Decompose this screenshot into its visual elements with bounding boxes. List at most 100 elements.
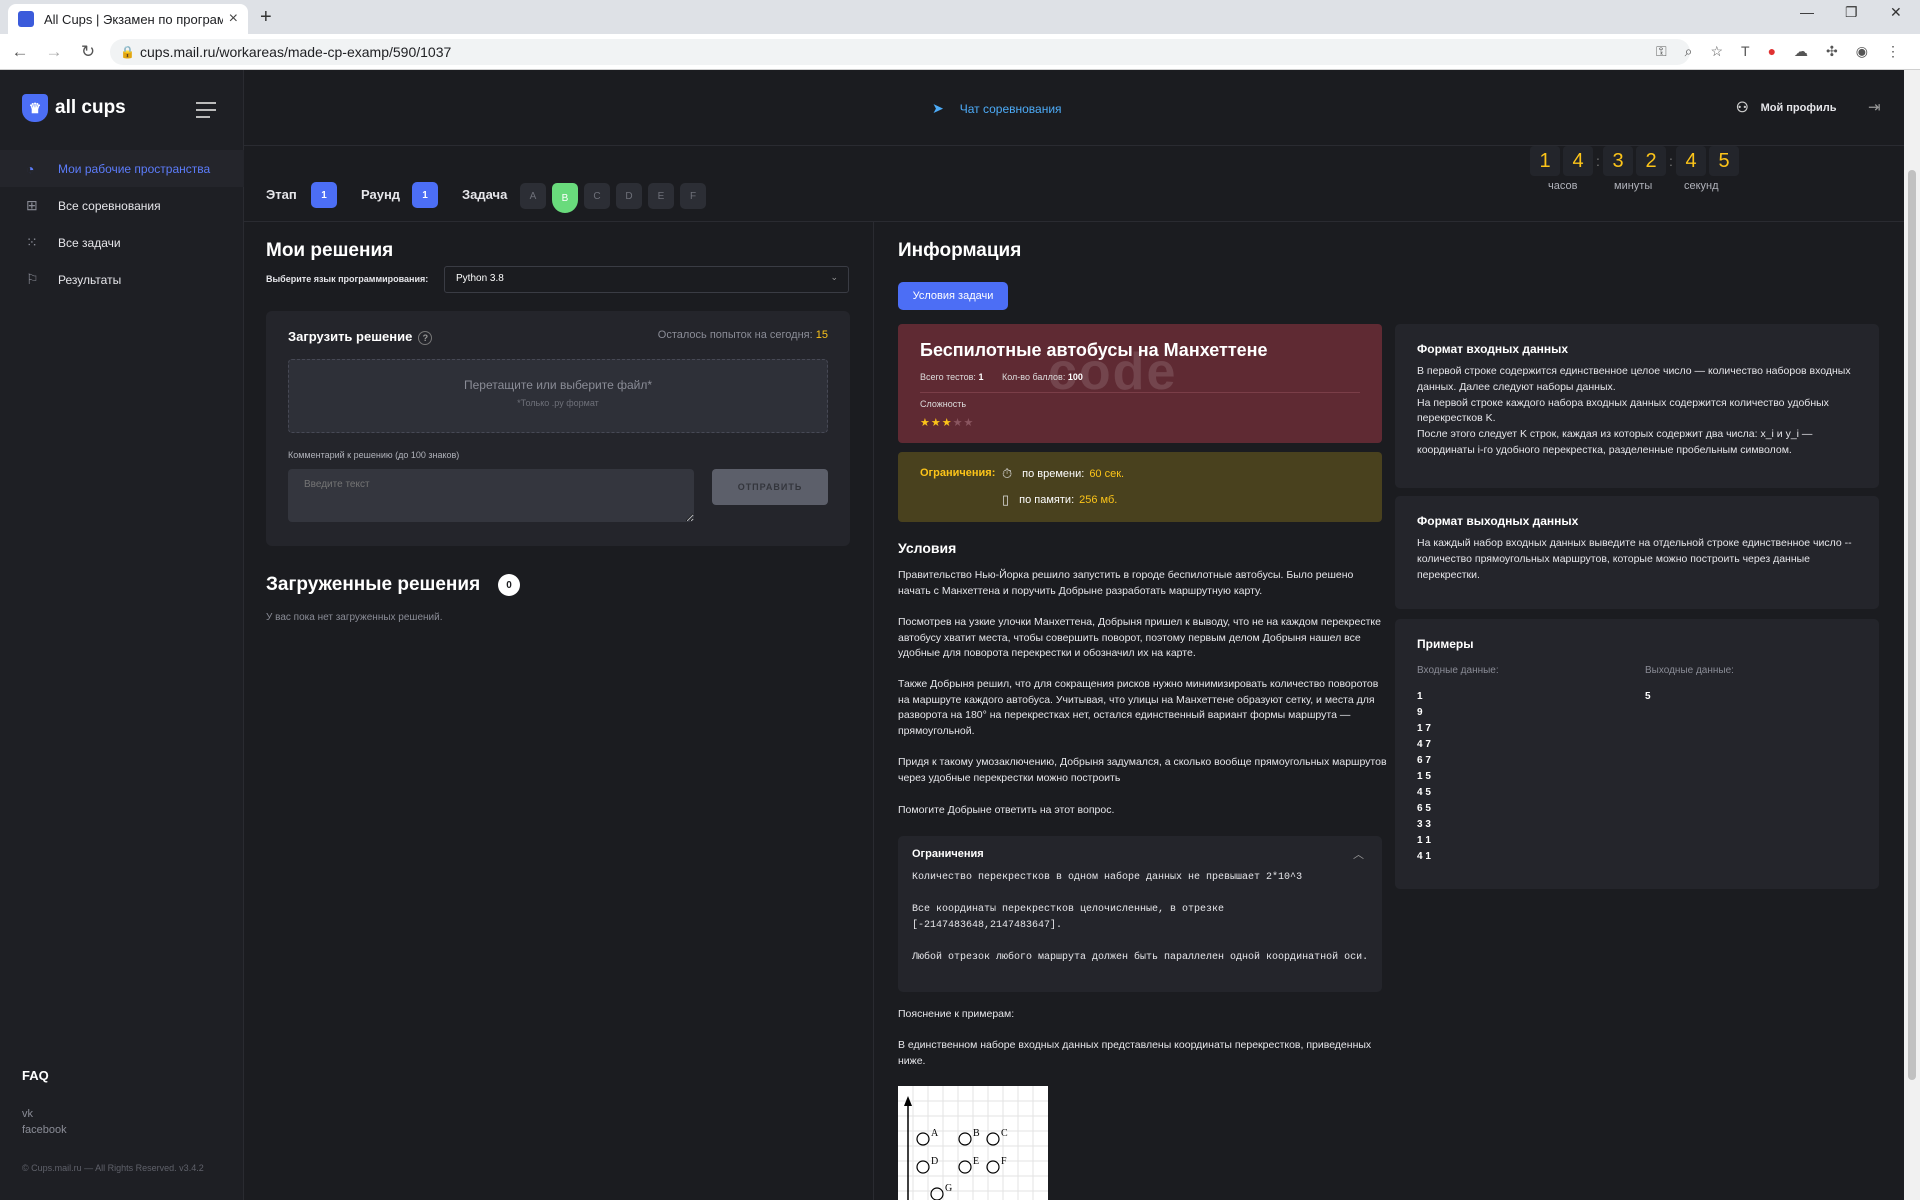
example-input-line: 6 7 xyxy=(1417,755,1431,766)
profile-link[interactable]: ⚇ Мой профиль xyxy=(1736,99,1836,116)
task-tab-d[interactable]: D xyxy=(616,183,642,209)
vk-link[interactable]: vk xyxy=(22,1108,33,1120)
output-format-text: На каждый набор входных данных выведите … xyxy=(1417,537,1852,581)
file-dropzone[interactable]: Перетащите или выберите файл* *Только .p… xyxy=(288,359,828,433)
top-header: ➤ Чат соревнования ⚇ Мой профиль ⇥ xyxy=(244,70,1904,146)
bookmark-star-icon[interactable]: ☆ xyxy=(1710,43,1723,60)
browser-tabbar: All Cups | Экзамен по программ × + — ❐ ✕ xyxy=(0,0,1920,34)
language-select[interactable]: Python 3.8 ⌄ xyxy=(444,266,849,293)
input-format-text: В первой строке содержится единственное … xyxy=(1417,364,1857,459)
tests-value: 1 xyxy=(978,372,984,382)
forward-icon[interactable]: → xyxy=(40,42,68,62)
sidebar-item-tasks[interactable]: ⁙ Все задачи xyxy=(0,224,244,261)
star-icon: ★ xyxy=(952,417,964,429)
logo[interactable]: ♛ all cups xyxy=(22,94,126,122)
facebook-link[interactable]: facebook xyxy=(22,1124,67,1136)
profile-avatar-icon[interactable]: ◉ xyxy=(1856,43,1868,60)
round-label: Раунд xyxy=(361,187,401,202)
extensions-puzzle-icon[interactable]: ✣ xyxy=(1826,43,1838,60)
constraints-accordion[interactable]: Ограничения ︿ Количество перекрестков в … xyxy=(898,836,1382,992)
example-input-block: 1 9 1 7 4 7 6 7 1 5 4 5 6 5 3 3 1 1 4 1 xyxy=(1417,689,1431,865)
logout-icon[interactable]: ⇥ xyxy=(1868,98,1881,116)
sidebar: ♛ all cups ◔ Мои рабочие пространства ⊞ … xyxy=(0,70,244,1200)
condition-paragraph: Придя к такому умозаключению, Добрыня за… xyxy=(898,756,1387,784)
round-badge[interactable]: 1 xyxy=(412,182,438,208)
telegram-icon: ➤ xyxy=(932,100,944,116)
task-tab-b[interactable]: B xyxy=(552,183,578,213)
window-close-icon[interactable]: ✕ xyxy=(1890,4,1902,21)
condition-paragraph: Посмотрев на узкие улочки Манхеттена, До… xyxy=(898,616,1381,659)
timer-digit: 5 xyxy=(1709,146,1739,176)
send-button[interactable]: ОТПРАВИТЬ xyxy=(712,469,828,505)
constraint-line: Количество перекрестков в одном наборе д… xyxy=(912,872,1303,883)
extension-o-icon[interactable]: ● xyxy=(1768,43,1776,60)
url-field[interactable]: 🔒 cups.mail.ru/workareas/made-cp-examp/5… xyxy=(110,39,1690,65)
restore-icon[interactable]: ❐ xyxy=(1845,4,1858,21)
help-icon[interactable]: ? xyxy=(418,330,433,345)
task-tab-f[interactable]: F xyxy=(680,183,706,209)
scrollbar-thumb[interactable] xyxy=(1908,170,1916,1080)
task-tab-e[interactable]: E xyxy=(648,183,674,209)
example-input-line: 1 5 xyxy=(1417,771,1431,782)
new-tab-icon[interactable]: + xyxy=(260,6,272,29)
timer-digit: 1 xyxy=(1530,146,1560,176)
example-input-line: 1 7 xyxy=(1417,723,1431,734)
stage-badge[interactable]: 1 xyxy=(311,182,337,208)
example-input-line: 4 7 xyxy=(1417,739,1431,750)
uploaded-count-badge: 0 xyxy=(498,574,520,596)
back-icon[interactable]: ← xyxy=(6,42,34,62)
timer-digit: 3 xyxy=(1603,146,1633,176)
task-tab-c[interactable]: C xyxy=(584,183,610,209)
stage-label: Этап xyxy=(266,187,297,202)
time-label: по времени: xyxy=(1022,468,1085,480)
sidebar-item-results[interactable]: ⚐ Результаты xyxy=(0,261,244,298)
chevron-up-icon[interactable]: ︿ xyxy=(1353,846,1364,862)
menu-toggle-icon[interactable] xyxy=(196,102,216,123)
key-icon[interactable]: ⚿ xyxy=(1656,43,1667,60)
minimize-icon[interactable]: — xyxy=(1800,4,1814,20)
example-input-line: 4 1 xyxy=(1417,851,1431,862)
point-label: D xyxy=(931,1156,938,1167)
profile-label: Мой профиль xyxy=(1760,101,1837,114)
upload-title-text: Загрузить решение xyxy=(288,329,413,344)
explain-title: Пояснение к примерам: xyxy=(898,1008,1015,1020)
comment-input[interactable] xyxy=(288,469,694,522)
zoom-icon[interactable]: ⌕ xyxy=(1685,43,1693,60)
task-tab-a[interactable]: A xyxy=(520,183,546,209)
chevron-down-icon: ⌄ xyxy=(830,272,838,282)
task-title: Беспилотные автобусы на Манхеттене xyxy=(920,340,1268,360)
empty-solutions-message: У вас пока нет загруженных решений. xyxy=(266,612,443,623)
difficulty-label: Сложность xyxy=(920,399,967,409)
star-icon: ★ xyxy=(941,417,953,429)
task-conditions-button[interactable]: Условия задачи xyxy=(898,282,1008,310)
menu-dots-icon[interactable]: ⋮ xyxy=(1886,43,1900,60)
extension-t-icon[interactable]: T xyxy=(1741,43,1750,60)
extension-cloud-icon[interactable]: ☁ xyxy=(1794,43,1808,60)
solutions-panel: Мои решения Выберите язык программирован… xyxy=(244,222,874,1200)
chat-link[interactable]: ➤ Чат соревнования xyxy=(932,100,1062,117)
timer-digit: 4 xyxy=(1563,146,1593,176)
star-icon: ★ xyxy=(930,417,942,429)
sidebar-item-workspaces[interactable]: ◔ Мои рабочие пространства xyxy=(0,150,244,187)
timer-separator: : xyxy=(1596,153,1600,169)
examples-card: Примеры Входные данные: Выходные данные:… xyxy=(1395,619,1879,889)
divider xyxy=(920,392,1360,393)
upload-title: Загрузить решение? xyxy=(288,329,433,345)
reload-icon[interactable]: ↻ xyxy=(74,42,102,62)
stopwatch-icon: ⏱ xyxy=(1002,466,1013,481)
sidebar-item-competitions[interactable]: ⊞ Все соревнования xyxy=(0,187,244,224)
time-value: 60 сек. xyxy=(1089,468,1125,480)
input-format-line: После этого следует K строк, каждая из к… xyxy=(1417,428,1813,456)
address-bar-row: ← → ↻ 🔒 cups.mail.ru/workareas/made-cp-e… xyxy=(0,34,1920,70)
sidebar-item-label: Все задачи xyxy=(58,235,121,250)
faq-link[interactable]: FAQ xyxy=(22,1068,49,1083)
uploaded-title: Загруженные решения xyxy=(266,574,481,595)
countdown-timer: 1 4 : 3 2 : 4 5 xyxy=(1530,146,1739,202)
sidebar-item-label: Все соревнования xyxy=(58,198,161,213)
browser-tab[interactable]: All Cups | Экзамен по программ × xyxy=(8,4,248,34)
page-scrollbar[interactable] xyxy=(1904,70,1920,1200)
memory-label: по памяти: xyxy=(1019,494,1075,506)
tab-close-icon[interactable]: × xyxy=(229,10,238,28)
tab-title: All Cups | Экзамен по программ xyxy=(44,11,223,27)
example-input-line: 4 5 xyxy=(1417,787,1431,798)
